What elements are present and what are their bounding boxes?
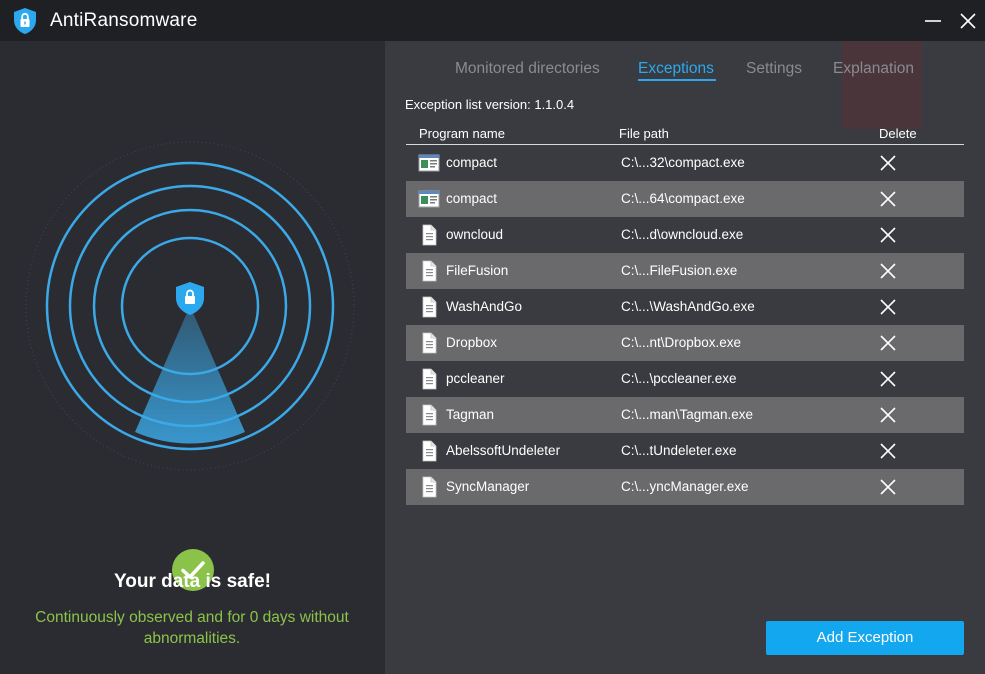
file-icon [418, 476, 440, 498]
table-row: pccleaner C:\...\pccleaner.exe [406, 361, 964, 397]
status-subtitle: Continuously observed and for 0 days wit… [35, 609, 349, 647]
program-name: compact [446, 191, 498, 206]
shield-lock-icon [14, 8, 36, 34]
column-header-delete: Delete [879, 126, 917, 141]
file-path: C:\...tUndeleter.exe [621, 443, 737, 458]
program-window-icon [418, 152, 440, 174]
delete-icon[interactable] [878, 333, 898, 353]
file-icon [418, 440, 440, 462]
file-icon [418, 404, 440, 426]
delete-icon[interactable] [878, 441, 898, 461]
program-name: compact [446, 155, 498, 170]
file-icon [418, 260, 440, 282]
app-title: AntiRansomware [50, 10, 198, 31]
program-name: SyncManager [446, 479, 530, 494]
main-panel: Monitored directories Exceptions Setting… [385, 41, 985, 674]
delete-icon[interactable] [878, 225, 898, 245]
table-row: owncloud C:\...d\owncloud.exe [406, 217, 964, 253]
table-row: FileFusion C:\...FileFusion.exe [406, 253, 964, 289]
program-name: AbelssoftUndeleter [446, 443, 561, 458]
file-path: C:\...FileFusion.exe [621, 263, 738, 278]
active-tab-indicator [638, 79, 716, 81]
table-row: compact C:\...32\compact.exe [406, 145, 964, 181]
background-logo [842, 41, 922, 129]
status-panel: Your data is safe! Continuously observed… [0, 41, 385, 674]
program-name: owncloud [446, 227, 504, 242]
table-row: Dropbox C:\...nt\Dropbox.exe [406, 325, 964, 361]
tab-monitored-directories[interactable]: Monitored directories [455, 60, 600, 78]
program-name: WashAndGo [446, 299, 523, 314]
exceptions-table: compact C:\...32\compact.exe compact C:\...… [406, 145, 964, 505]
delete-icon[interactable] [878, 405, 898, 425]
file-path: C:\...nt\Dropbox.exe [621, 335, 742, 350]
close-button[interactable] [955, 8, 981, 34]
file-path: C:\...\WashAndGo.exe [621, 299, 755, 314]
table-row: Tagman C:\...man\Tagman.exe [406, 397, 964, 433]
table-row: SyncManager C:\...yncManager.exe [406, 469, 964, 505]
shield-lock-icon [176, 282, 204, 315]
delete-icon[interactable] [878, 153, 898, 173]
add-exception-button[interactable]: Add Exception [766, 621, 964, 655]
minimize-button[interactable] [920, 8, 946, 34]
file-path: C:\...man\Tagman.exe [621, 407, 754, 422]
column-header-program-name: Program name [419, 126, 505, 141]
program-name: Tagman [446, 407, 495, 422]
tab-explanation[interactable]: Explanation [833, 60, 914, 78]
file-path: C:\...yncManager.exe [621, 479, 749, 494]
tab-settings[interactable]: Settings [746, 60, 802, 78]
status-title: Your data is safe! [114, 571, 271, 592]
table-row: compact C:\...64\compact.exe [406, 181, 964, 217]
file-path: C:\...\pccleaner.exe [621, 371, 737, 386]
file-icon [418, 296, 440, 318]
title-bar: AntiRansomware [0, 0, 985, 41]
radar-graphic [25, 141, 355, 471]
file-path: C:\...64\compact.exe [621, 191, 745, 206]
file-path: C:\...32\compact.exe [621, 155, 745, 170]
file-icon [418, 332, 440, 354]
delete-icon[interactable] [878, 261, 898, 281]
tab-exceptions[interactable]: Exceptions [638, 60, 714, 78]
delete-icon[interactable] [878, 477, 898, 497]
program-name: pccleaner [446, 371, 505, 386]
program-window-icon [418, 188, 440, 210]
exception-list-version: Exception list version: 1.1.0.4 [405, 97, 575, 112]
table-row: WashAndGo C:\...\WashAndGo.exe [406, 289, 964, 325]
file-path: C:\...d\owncloud.exe [621, 227, 744, 242]
file-icon [418, 224, 440, 246]
column-header-file-path: File path [619, 126, 669, 141]
delete-icon[interactable] [878, 369, 898, 389]
program-name: FileFusion [446, 263, 509, 278]
table-row: AbelssoftUndeleter C:\...tUndeleter.exe [406, 433, 964, 469]
file-icon [418, 368, 440, 390]
delete-icon[interactable] [878, 297, 898, 317]
program-name: Dropbox [446, 335, 498, 350]
delete-icon[interactable] [878, 189, 898, 209]
